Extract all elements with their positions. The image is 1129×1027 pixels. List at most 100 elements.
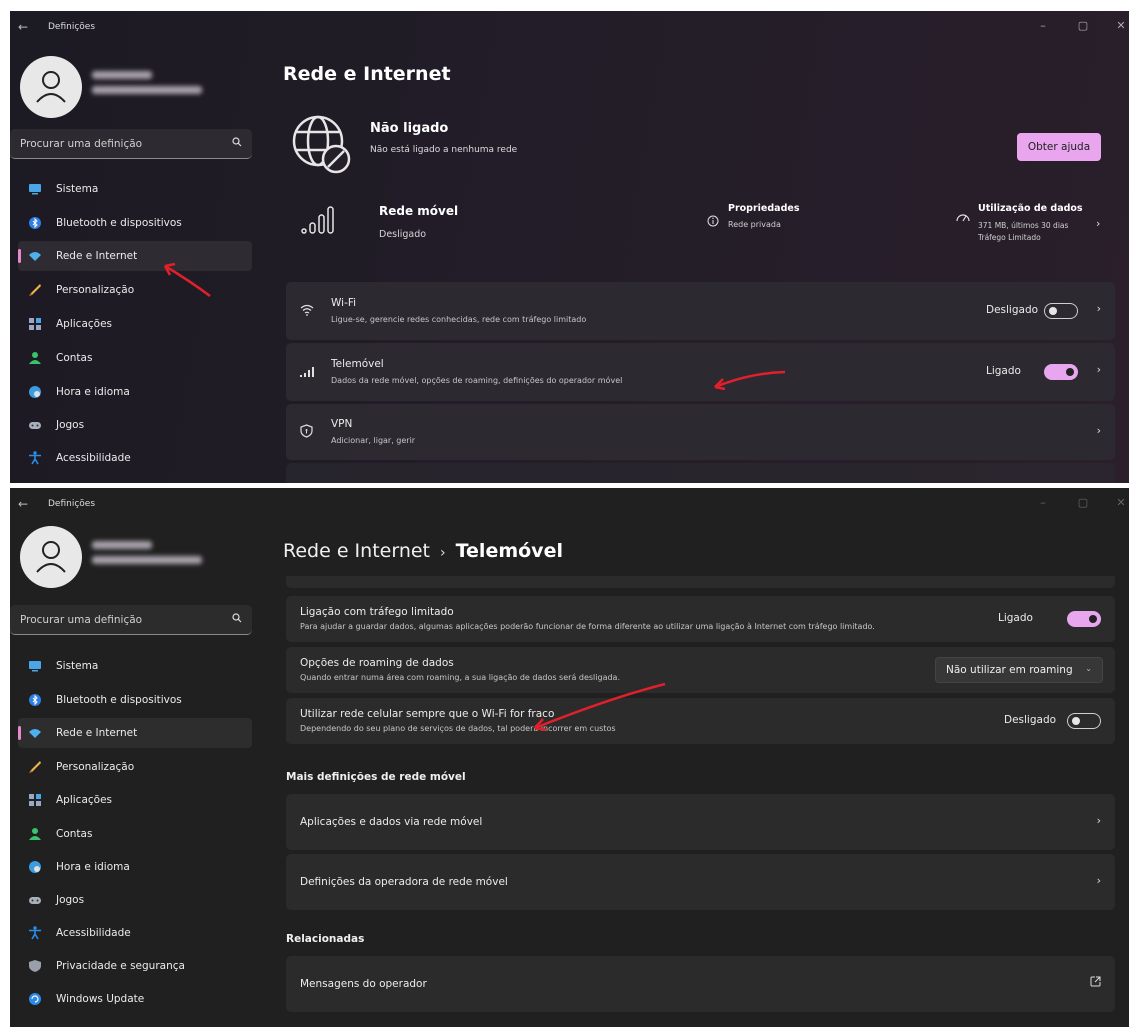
close-icon[interactable]: ✕ (1110, 494, 1129, 512)
sidebar-item-jogos[interactable]: Jogos (18, 885, 252, 915)
arrow-left-icon[interactable]: ← (18, 20, 28, 34)
sidebar-item-windows-update[interactable]: Windows Update (18, 984, 252, 1014)
sidebar-item-label: Sistema (56, 660, 99, 672)
properties-title[interactable]: Propriedades (728, 203, 799, 214)
sidebar-item-privacidade[interactable]: Privacidade e segurança (18, 951, 252, 981)
search-box[interactable]: Procurar uma definição (10, 129, 252, 159)
globe-disconnected-icon (292, 115, 351, 174)
active-indicator (18, 249, 21, 263)
chevron-right-icon[interactable]: › (1096, 217, 1100, 230)
sidebar-item-hora-idioma[interactable]: Hora e idioma (18, 377, 252, 407)
breadcrumb-current: Telemóvel (455, 540, 563, 562)
breadcrumb-parent[interactable]: Rede e Internet (283, 540, 430, 562)
wifi-subtitle: Ligue-se, gerencie redes conhecidas, red… (331, 315, 587, 324)
gamepad-icon (29, 422, 41, 429)
sidebar-item-personalizacao[interactable]: Personalização (18, 275, 252, 305)
info-icon[interactable] (707, 215, 719, 227)
data-usage-title[interactable]: Utilização de dados (978, 203, 1083, 214)
hotspot-row-partial[interactable] (286, 463, 1115, 483)
search-box[interactable]: Procurar uma definição (10, 605, 252, 635)
sidebar-item-label: Windows Update (56, 993, 145, 1005)
avatar[interactable] (20, 526, 82, 588)
weak-wifi-subtitle: Dependendo do seu plano de serviços de d… (300, 724, 616, 733)
avatar[interactable] (20, 56, 82, 118)
restore-icon[interactable]: ▢ (1072, 494, 1094, 512)
search-input[interactable]: Procurar uma definição (20, 138, 142, 150)
cellular-row[interactable]: Telemóvel Dados da rede móvel, opções de… (286, 343, 1115, 401)
search-input[interactable]: Procurar uma definição (20, 614, 142, 626)
cellular-signal-icon (301, 206, 334, 234)
title-bar: ← Definições – ▢ ✕ (10, 11, 1129, 43)
weak-wifi-state-label: Desligado (1004, 714, 1057, 726)
sidebar-item-label: Aplicações (56, 794, 113, 806)
app-title: Definições (48, 22, 96, 32)
metered-toggle[interactable] (1067, 611, 1101, 627)
update-icon (29, 993, 41, 1005)
gauge-icon (956, 214, 970, 222)
sidebar-item-bluetooth[interactable]: Bluetooth e dispositivos (18, 685, 252, 715)
external-link-icon[interactable] (1090, 976, 1101, 987)
title-bar: ← Definições – ▢ ✕ (10, 488, 1129, 520)
arrow-left-icon[interactable]: ← (18, 497, 28, 511)
sidebar-item-label: Hora e idioma (56, 861, 130, 873)
sidebar-item-label: Rede e Internet (56, 727, 138, 739)
cellular-state-label: Ligado (986, 365, 1021, 377)
sidebar-item-personalizacao[interactable]: Personalização (18, 752, 252, 782)
search-icon[interactable] (232, 137, 242, 147)
sidebar-item-label: Aplicações (56, 318, 113, 330)
search-icon[interactable] (232, 613, 242, 623)
user-email-blurred (92, 86, 202, 94)
settings-window-cellular: ← Definições – ▢ ✕ Procurar uma definiçã… (10, 488, 1129, 1027)
bluetooth-icon (29, 217, 41, 229)
wifi-row[interactable]: Wi-Fi Ligue-se, gerencie redes conhecida… (286, 282, 1115, 340)
metered-connection-row: Ligação com tráfego limitado Para ajudar… (286, 596, 1115, 642)
settings-window-network: ← Definições – ▢ ✕ Procurar uma definiçã… (10, 11, 1129, 483)
user-email-blurred (92, 556, 202, 564)
chevron-right-icon[interactable]: › (1097, 814, 1101, 827)
breadcrumb: Rede e Internet › Telemóvel (283, 540, 563, 562)
close-icon[interactable]: ✕ (1110, 17, 1129, 35)
user-name-blurred (92, 541, 152, 549)
sidebar-item-acessibilidade[interactable]: Acessibilidade (18, 918, 252, 948)
sidebar-item-rede-internet[interactable]: Rede e Internet (18, 718, 252, 748)
chevron-right-icon[interactable]: › (1097, 424, 1101, 437)
sidebar-item-acessibilidade[interactable]: Acessibilidade (18, 443, 252, 473)
operator-messages-row[interactable]: Mensagens do operador (286, 956, 1115, 1012)
sidebar-item-aplicacoes[interactable]: Aplicações (18, 309, 252, 339)
wifi-icon (29, 729, 41, 738)
sidebar-item-contas[interactable]: Contas (18, 819, 252, 849)
sidebar-item-contas[interactable]: Contas (18, 343, 252, 373)
restore-icon[interactable]: ▢ (1072, 17, 1094, 35)
vpn-title: VPN (331, 418, 353, 430)
apps-data-row[interactable]: Aplicações e dados via rede móvel › (286, 794, 1115, 850)
chevron-right-icon[interactable]: › (1097, 874, 1101, 887)
accessibility-icon (29, 451, 41, 465)
roaming-dropdown[interactable]: Não utilizar em roaming ⌄ (935, 657, 1103, 683)
sidebar-item-rede-internet[interactable]: Rede e Internet (18, 241, 252, 271)
chevron-right-icon[interactable]: › (1097, 302, 1101, 315)
vpn-row[interactable]: VPN Adicionar, ligar, gerir › (286, 404, 1115, 460)
sidebar-item-aplicacoes[interactable]: Aplicações (18, 785, 252, 815)
metered-subtitle: Para ajudar a guardar dados, algumas apl… (300, 622, 875, 631)
globe-clock-icon (29, 861, 41, 873)
wifi-icon (300, 304, 314, 316)
sidebar-item-jogos[interactable]: Jogos (18, 410, 252, 440)
cellular-subtitle: Dados da rede móvel, opções de roaming, … (331, 376, 623, 385)
sidebar-item-bluetooth[interactable]: Bluetooth e dispositivos (18, 208, 252, 238)
apps-icon (29, 794, 41, 806)
minimize-icon[interactable]: – (1032, 494, 1054, 512)
sidebar-item-label: Personalização (56, 761, 135, 773)
sidebar-item-sistema[interactable]: Sistema (18, 174, 252, 204)
sidebar-item-sistema[interactable]: Sistema (18, 651, 252, 681)
chevron-right-icon[interactable]: › (1097, 363, 1101, 376)
wifi-toggle[interactable] (1044, 303, 1078, 319)
sidebar-item-hora-idioma[interactable]: Hora e idioma (18, 852, 252, 882)
operator-settings-row[interactable]: Definições da operadora de rede móvel › (286, 854, 1115, 910)
get-help-button[interactable]: Obter ajuda (1017, 133, 1101, 161)
shield-icon (29, 960, 41, 972)
weak-wifi-toggle[interactable] (1067, 713, 1101, 729)
cellular-toggle[interactable] (1044, 364, 1078, 380)
minimize-icon[interactable]: – (1032, 17, 1054, 35)
sidebar-item-label: Personalização (56, 284, 135, 296)
sidebar-item-label: Contas (56, 352, 93, 364)
